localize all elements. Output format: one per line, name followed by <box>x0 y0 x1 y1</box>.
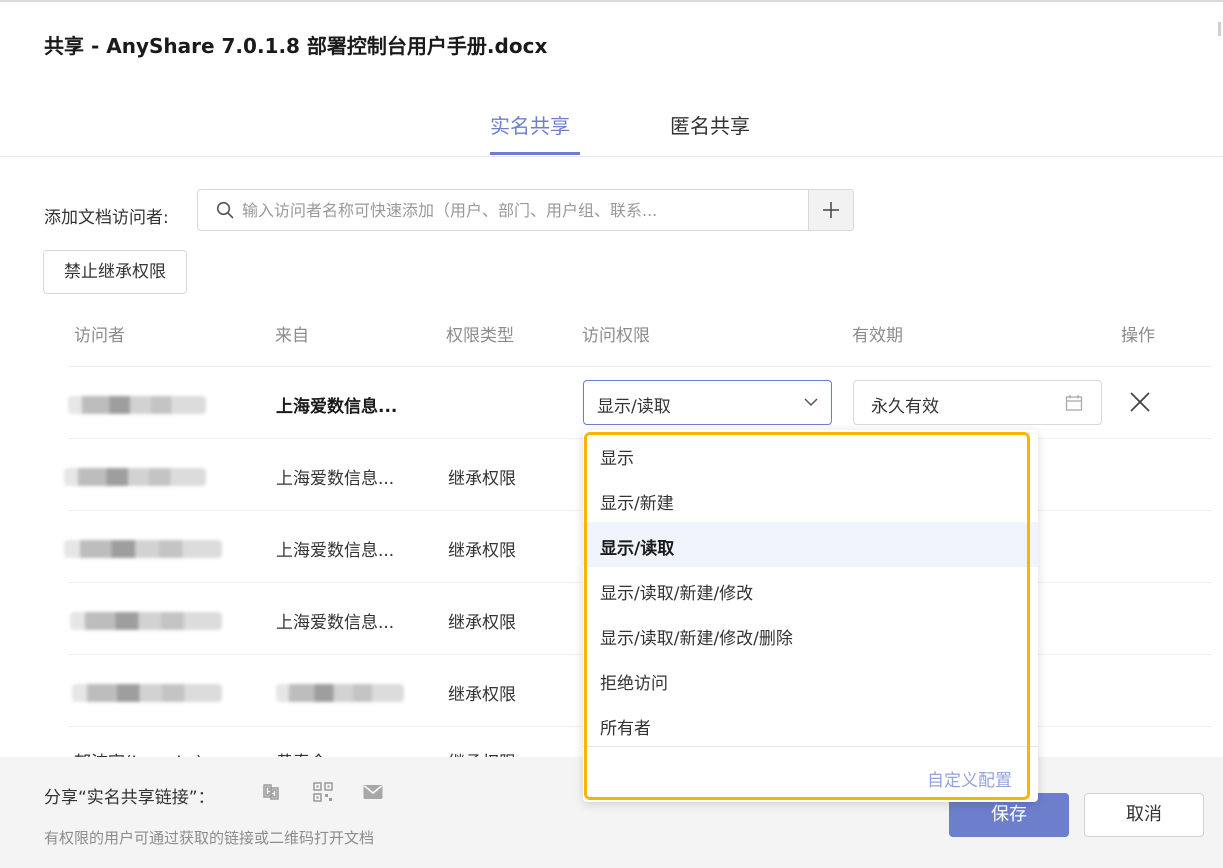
cancel-button[interactable]: 取消 <box>1084 793 1204 837</box>
permission-option[interactable]: 显示/读取/新建/修改 <box>583 567 1038 612</box>
row-type: 继承权限 <box>448 469 516 489</box>
search-icon <box>216 201 234 219</box>
header-access-permission: 访问权限 <box>582 326 650 346</box>
disable-inherit-button[interactable]: 禁止继承权限 <box>43 250 187 294</box>
permission-option[interactable]: 拒绝访问 <box>583 657 1038 702</box>
permission-option-selected[interactable]: 显示/读取 <box>583 522 1038 567</box>
permission-dropdown: 显示 显示/新建 显示/读取 显示/读取/新建/修改 显示/读取/新建/修改/删… <box>583 430 1038 802</box>
from-name-blurred <box>276 684 404 702</box>
dialog-title: 共享 - AnyShare 7.0.1.8 部署控制台用户手册.docx <box>44 34 548 58</box>
header-from: 来自 <box>275 326 309 346</box>
visitor-name-blurred <box>72 684 222 702</box>
header-expiry: 有效期 <box>852 326 903 346</box>
share-tabs: 实名共享 匿名共享 <box>0 104 1223 157</box>
row-visitor: 郁波宇(Lucy Lo) <box>74 748 203 757</box>
permission-option[interactable]: 显示/读取/新建/修改/删除 <box>583 612 1038 657</box>
visitor-name-blurred <box>68 396 206 414</box>
row-type: 继承权限 <box>448 541 516 561</box>
tab-real-name-share[interactable]: 实名共享 <box>490 110 570 139</box>
row-from: 上海爱数信息... <box>276 397 398 417</box>
share-link-label: 分享“实名共享链接”： <box>44 788 215 808</box>
remove-visitor-icon[interactable] <box>1128 390 1152 414</box>
custom-config-link[interactable]: 自定义配置 <box>927 766 1012 791</box>
permission-select-value: 显示/读取 <box>597 397 671 417</box>
chevron-down-icon <box>804 398 818 407</box>
email-icon[interactable] <box>362 781 384 803</box>
header-permission-type: 权限类型 <box>446 326 514 346</box>
visitor-name-blurred <box>70 612 222 630</box>
header-visitor: 访问者 <box>74 326 125 346</box>
visitor-name-blurred <box>64 540 222 558</box>
row-type: 继承权限 <box>448 613 516 633</box>
qr-code-icon[interactable] <box>312 781 334 803</box>
dropdown-divider <box>583 746 1038 747</box>
permission-option[interactable]: 所有者 <box>583 702 1038 747</box>
visitor-search-input[interactable] <box>242 190 797 230</box>
table-header: 访问者 来自 权限类型 访问权限 有效期 操作 <box>68 300 1212 367</box>
row-from: 上海爱数信息... <box>276 613 395 633</box>
expiry-value: 永久有效 <box>871 397 939 417</box>
scrollbar-thumb[interactable] <box>1218 22 1221 36</box>
add-visitor-button[interactable] <box>808 189 854 231</box>
calendar-icon <box>1065 395 1083 411</box>
table-row-partial: 郁波宇(Lucy Lo) 黄春令 继承权限 <box>68 742 668 757</box>
permission-option[interactable]: 显示 <box>583 432 1038 477</box>
tab-anonymous-share[interactable]: 匿名共享 <box>670 110 750 139</box>
share-hint: 有权限的用户可通过获取的链接或二维码打开文档 <box>44 829 375 847</box>
row-type: 继承权限 <box>448 685 516 705</box>
visitor-search-box <box>197 189 809 231</box>
visitor-name-blurred <box>64 468 206 486</box>
plus-icon <box>823 202 839 218</box>
window-top-border <box>0 0 1223 2</box>
expiry-date-picker[interactable]: 永久有效 <box>853 380 1102 425</box>
header-action: 操作 <box>1121 326 1155 346</box>
copy-link-icon[interactable] <box>260 781 282 803</box>
active-tab-indicator <box>490 152 580 155</box>
row-type: 继承权限 <box>448 748 516 757</box>
permission-select[interactable]: 显示/读取 <box>583 380 832 425</box>
row-from: 上海爱数信息... <box>276 541 395 561</box>
row-from: 黄春令 <box>276 748 327 757</box>
add-visitor-label: 添加文档访问者: <box>44 208 169 228</box>
row-from: 上海爱数信息... <box>276 469 395 489</box>
permission-option[interactable]: 显示/新建 <box>583 477 1038 522</box>
